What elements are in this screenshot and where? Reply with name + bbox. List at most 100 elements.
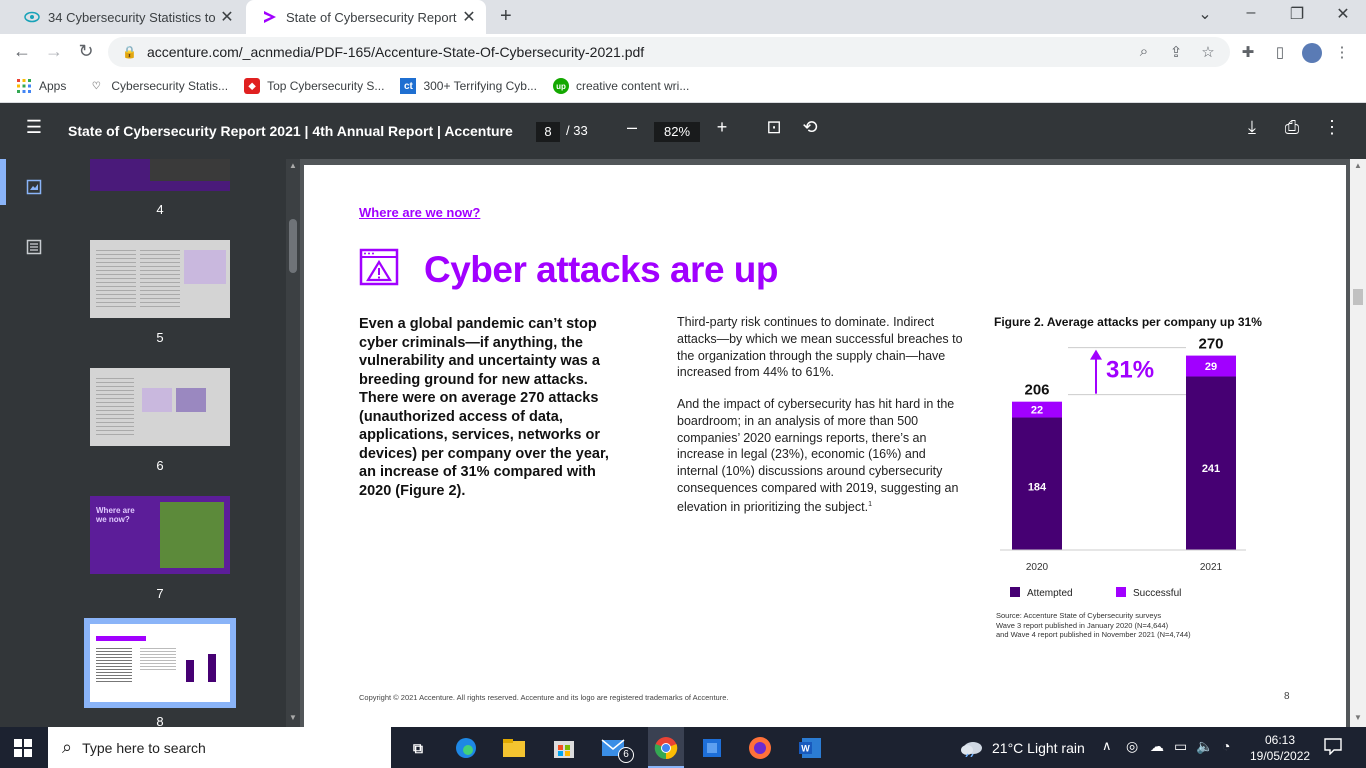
zoom-out-icon[interactable]: – <box>618 117 646 138</box>
meet-now-icon[interactable]: ◎ <box>1126 738 1138 755</box>
windows-start-icon[interactable] <box>14 739 32 762</box>
page-scroll-thumb[interactable] <box>1353 289 1363 305</box>
legend-swatch <box>1116 587 1126 597</box>
outline-view-icon[interactable] <box>24 239 44 259</box>
legend-label: Successful <box>1133 588 1181 599</box>
weather-cloud-icon <box>960 739 984 762</box>
share-icon[interactable]: ⇪ <box>1166 43 1186 61</box>
back-icon[interactable]: ← <box>10 41 34 62</box>
sidebar-scrollbar[interactable]: ▲ ▼ <box>286 159 300 727</box>
bookmark-apps[interactable]: Apps <box>16 78 66 94</box>
minimize-icon[interactable]: – <box>1236 4 1266 22</box>
edge-icon[interactable] <box>452 734 480 762</box>
tab-strip: 34 Cybersecurity Statistics to Lose ✕ St… <box>0 0 1366 34</box>
page-thumbnail-4[interactable] <box>90 159 230 191</box>
clock[interactable]: 06:13 19/05/2022 <box>1250 732 1310 764</box>
thumbnail-image <box>150 159 230 181</box>
pdf-document-title: State of Cybersecurity Report 2021 | 4th… <box>68 123 513 139</box>
profile-avatar[interactable] <box>1302 43 1322 63</box>
shield-badge-icon: ♡ <box>91 80 101 92</box>
thumbnail-callout <box>176 388 206 412</box>
scroll-up-icon[interactable]: ▲ <box>289 161 297 170</box>
thumbnail-number: 4 <box>156 202 164 217</box>
scroll-up-icon[interactable]: ▲ <box>1354 161 1362 170</box>
thumbnail-callout <box>142 388 172 412</box>
print-icon[interactable]: ⎙ <box>1278 117 1306 138</box>
search-icon: ⌕ <box>62 737 73 757</box>
battery-icon[interactable]: ▭ <box>1174 738 1187 755</box>
file-explorer-icon[interactable] <box>500 734 528 762</box>
mail-badge: 6 <box>618 747 634 763</box>
thumbnail-text: Where are we now? <box>96 506 135 524</box>
lead-paragraph: Even a global pandemic can’t stop cyber … <box>359 316 609 499</box>
address-bar[interactable]: 🔒 accenture.com/_acnmedia/PDF-165/Accent… <box>108 37 1230 67</box>
sidebar-scroll-thumb[interactable] <box>289 219 297 273</box>
scroll-down-icon[interactable]: ▼ <box>289 713 297 722</box>
tab-cybersecurity-statistics[interactable]: 34 Cybersecurity Statistics to Lose ✕ <box>8 0 244 34</box>
increase-arrow-head <box>1090 349 1102 360</box>
task-view-icon[interactable]: ⧉ <box>404 734 432 762</box>
new-tab-icon[interactable]: + <box>500 5 512 28</box>
page-thumbnail-6[interactable] <box>90 368 230 446</box>
download-icon[interactable]: ⤓ <box>1238 117 1266 138</box>
notifications-icon[interactable] <box>1324 737 1342 760</box>
zoom-level-input[interactable]: 82% <box>654 122 700 142</box>
hamburger-menu-icon[interactable]: ☰ <box>20 117 48 138</box>
rotate-icon[interactable]: ⟲ <box>796 117 824 138</box>
forward-icon[interactable]: → <box>42 41 66 62</box>
bookmark-300-terrifying[interactable]: ct 300+ Terrifying Cyb... <box>400 78 537 94</box>
taskbar-search[interactable]: ⌕ Type here to search <box>48 727 391 768</box>
page-thumbnail-7[interactable]: Where are we now? <box>90 496 230 574</box>
restore-icon[interactable]: ❐ <box>1282 4 1312 24</box>
tab-state-of-cybersecurity[interactable]: State of Cybersecurity Report 202 ✕ <box>246 0 486 34</box>
bookmark-star-icon[interactable]: ☆ <box>1198 43 1218 61</box>
chevron-down-icon[interactable]: ⌄ <box>1190 4 1220 24</box>
bar-value-label: 184 <box>1028 481 1047 493</box>
side-panel-icon[interactable]: ▯ <box>1270 43 1290 61</box>
figure-title: Figure 2. Average attacks per company up… <box>994 315 1262 329</box>
page-number-input[interactable]: 8 <box>536 122 560 142</box>
search-placeholder: Type here to search <box>82 739 206 756</box>
zoom-icon[interactable]: ⌕ <box>1134 43 1154 60</box>
bookmark-cybersecurity-statistics[interactable]: ♡ Cybersecurity Statis... <box>88 78 228 94</box>
menu-kebab-icon[interactable]: ⋮ <box>1332 43 1352 61</box>
legend-swatch <box>1010 587 1020 597</box>
svg-text:W: W <box>801 744 810 754</box>
close-tab-icon[interactable]: ✕ <box>458 7 480 27</box>
upwork-icon: up <box>552 78 569 94</box>
app-blue-icon[interactable] <box>698 734 726 762</box>
firefox-icon[interactable] <box>746 734 774 762</box>
fit-page-icon[interactable]: ⊡ <box>760 117 788 138</box>
x-tick-label: 2020 <box>1026 562 1049 573</box>
zoom-in-icon[interactable]: + <box>708 117 736 138</box>
section-link[interactable]: Where are we now? <box>359 205 480 220</box>
bookmark-creative-content[interactable]: up creative content wri... <box>552 78 689 94</box>
more-actions-icon[interactable]: ⋮ <box>1318 117 1346 138</box>
wifi-icon[interactable]: ◔ <box>1222 738 1230 754</box>
bookmark-top-cybersecurity[interactable]: ⬥ Top Cybersecurity S... <box>244 78 384 94</box>
thumbnails-view-icon[interactable] <box>24 179 44 199</box>
weather-text[interactable]: 21°C Light rain <box>992 740 1085 756</box>
thumbnail-number: 6 <box>156 458 164 473</box>
volume-icon[interactable]: 🔈 <box>1196 738 1213 755</box>
close-tab-icon[interactable]: ✕ <box>216 7 238 27</box>
source-line: Wave 3 report published in January 2020 … <box>996 620 1169 630</box>
page-thumbnail-5[interactable] <box>90 240 230 318</box>
footnote-marker: 1 <box>868 500 872 508</box>
page-scrollbar[interactable]: ▲ ▼ <box>1350 159 1366 727</box>
close-window-icon[interactable]: ✕ <box>1328 4 1358 24</box>
bar-chart: 184 22 206 2020 241 29 270 2021 31% Attempted Succ… <box>1000 336 1246 599</box>
reload-icon[interactable]: ↻ <box>74 41 98 62</box>
tab-title: State of Cybersecurity Report 202 <box>286 9 458 25</box>
show-hidden-icons-icon[interactable]: ∧ <box>1102 738 1112 754</box>
thumbnail-text-block <box>96 250 136 310</box>
page-thumbnail-8[interactable] <box>90 624 230 702</box>
onedrive-cloud-icon[interactable]: ☁ <box>1150 738 1164 755</box>
extensions-icon[interactable]: ✚ <box>1238 43 1258 61</box>
bar-value-label: 29 <box>1205 361 1217 373</box>
store-icon[interactable] <box>550 734 578 762</box>
red-logo-icon: ⬥ <box>244 78 261 94</box>
word-icon[interactable]: W <box>796 734 824 762</box>
chrome-icon[interactable] <box>652 734 680 762</box>
scroll-down-icon[interactable]: ▼ <box>1354 713 1362 722</box>
